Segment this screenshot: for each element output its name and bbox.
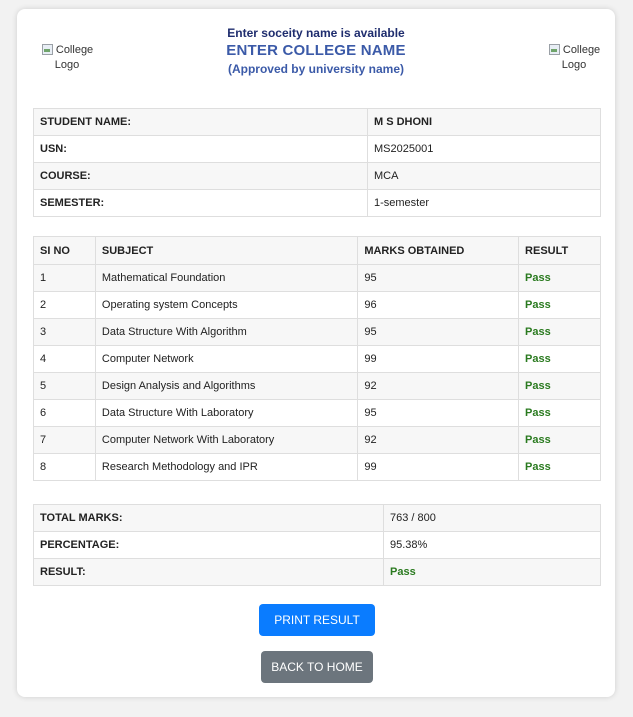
subject-cell: Research Methodology and IPR xyxy=(94,453,359,481)
student-row: SEMESTER: 1-semester xyxy=(33,189,601,217)
marks-cell: 95 xyxy=(357,318,520,346)
subject-cell: Computer Network With Laboratory xyxy=(94,426,359,454)
college-logo-right: College Logo xyxy=(539,43,609,73)
table-row: 6 Data Structure With Laboratory 95 Pass xyxy=(33,399,601,427)
header: College Logo Enter soceity name is avail… xyxy=(17,9,615,99)
student-name-value: M S DHONI xyxy=(367,108,601,136)
subject-cell: Data Structure With Algorithm xyxy=(94,318,359,346)
result-cell: Pass xyxy=(518,291,601,319)
table-row: 4 Computer Network 99 Pass xyxy=(33,345,601,373)
marks-header-row: SI NO SUBJECT MARKS OBTAINED RESULT xyxy=(33,236,601,265)
subject-cell: Data Structure With Laboratory xyxy=(94,399,359,427)
si-no-cell: 7 xyxy=(33,426,96,454)
college-logo-left: College Logo xyxy=(32,43,102,73)
table-row: 3 Data Structure With Algorithm 95 Pass xyxy=(33,318,601,346)
student-row: USN: MS2025001 xyxy=(33,135,601,163)
si-no-cell: 6 xyxy=(33,399,96,427)
student-name-label: STUDENT NAME: xyxy=(33,108,368,136)
subject-cell: Operating system Concepts xyxy=(94,291,359,319)
usn-value: MS2025001 xyxy=(367,135,601,163)
marks-cell: 95 xyxy=(357,264,520,292)
total-marks-value: 763 / 800 xyxy=(383,504,601,532)
course-label: COURSE: xyxy=(33,162,368,190)
marks-cell: 92 xyxy=(357,372,520,400)
result-cell: Pass xyxy=(518,318,601,346)
summary-row: PERCENTAGE: 95.38% xyxy=(33,531,601,559)
usn-label: USN: xyxy=(33,135,368,163)
summary-row: TOTAL MARKS: 763 / 800 xyxy=(33,504,601,532)
marks-cell: 96 xyxy=(357,291,520,319)
column-header-marks: MARKS OBTAINED xyxy=(357,236,520,265)
si-no-cell: 2 xyxy=(33,291,96,319)
result-cell: Pass xyxy=(518,453,601,481)
percentage-value: 95.38% xyxy=(383,531,601,559)
table-row: 2 Operating system Concepts 96 Pass xyxy=(33,291,601,319)
table-row: 8 Research Methodology and IPR 99 Pass xyxy=(33,453,601,481)
column-header-si-no: SI NO xyxy=(33,236,96,265)
result-cell: Pass xyxy=(518,426,601,454)
marks-cell: 92 xyxy=(357,426,520,454)
total-marks-label: TOTAL MARKS: xyxy=(33,504,384,532)
overall-result-label: RESULT: xyxy=(33,558,384,586)
marks-cell: 99 xyxy=(357,345,520,373)
si-no-cell: 1 xyxy=(33,264,96,292)
result-card: College Logo Enter soceity name is avail… xyxy=(17,9,615,697)
student-row: COURSE: MCA xyxy=(33,162,601,190)
overall-result-value: Pass xyxy=(383,558,601,586)
result-cell: Pass xyxy=(518,345,601,373)
semester-value: 1-semester xyxy=(367,189,601,217)
column-header-result: RESULT xyxy=(518,236,601,265)
result-cell: Pass xyxy=(518,399,601,427)
approval-text: (Approved by university name) xyxy=(227,62,405,76)
summary-row: RESULT: Pass xyxy=(33,558,601,586)
header-titles: Enter soceity name is available ENTER CO… xyxy=(117,25,515,78)
broken-image-icon xyxy=(41,43,53,55)
marks-cell: 99 xyxy=(357,453,520,481)
semester-label: SEMESTER: xyxy=(33,189,368,217)
college-logo-left-alt: College Logo xyxy=(54,44,94,71)
summary-table: TOTAL MARKS: 763 / 800 PERCENTAGE: 95.38… xyxy=(33,504,601,586)
column-header-subject: SUBJECT xyxy=(94,236,359,265)
percentage-label: PERCENTAGE: xyxy=(33,531,384,559)
table-row: 5 Design Analysis and Algorithms 92 Pass xyxy=(33,372,601,400)
table-row: 1 Mathematical Foundation 95 Pass xyxy=(33,264,601,292)
result-cell: Pass xyxy=(518,372,601,400)
si-no-cell: 4 xyxy=(33,345,96,373)
subject-cell: Mathematical Foundation xyxy=(94,264,359,292)
society-name: Enter soceity name is available xyxy=(227,26,405,40)
si-no-cell: 3 xyxy=(33,318,96,346)
student-info-table: STUDENT NAME: M S DHONI USN: MS2025001 C… xyxy=(33,108,601,217)
result-cell: Pass xyxy=(518,264,601,292)
print-result-button[interactable]: PRINT RESULT xyxy=(259,604,375,636)
college-logo-right-alt: College Logo xyxy=(561,44,601,71)
back-to-home-button[interactable]: BACK TO HOME xyxy=(261,651,373,683)
broken-image-icon xyxy=(548,43,560,55)
student-row: STUDENT NAME: M S DHONI xyxy=(33,108,601,136)
si-no-cell: 8 xyxy=(33,453,96,481)
si-no-cell: 5 xyxy=(33,372,96,400)
subject-cell: Computer Network xyxy=(94,345,359,373)
college-name: ENTER COLLEGE NAME xyxy=(226,42,406,59)
table-row: 7 Computer Network With Laboratory 92 Pa… xyxy=(33,426,601,454)
course-value: MCA xyxy=(367,162,601,190)
marks-table: SI NO SUBJECT MARKS OBTAINED RESULT 1 Ma… xyxy=(33,236,601,481)
marks-cell: 95 xyxy=(357,399,520,427)
subject-cell: Design Analysis and Algorithms xyxy=(94,372,359,400)
